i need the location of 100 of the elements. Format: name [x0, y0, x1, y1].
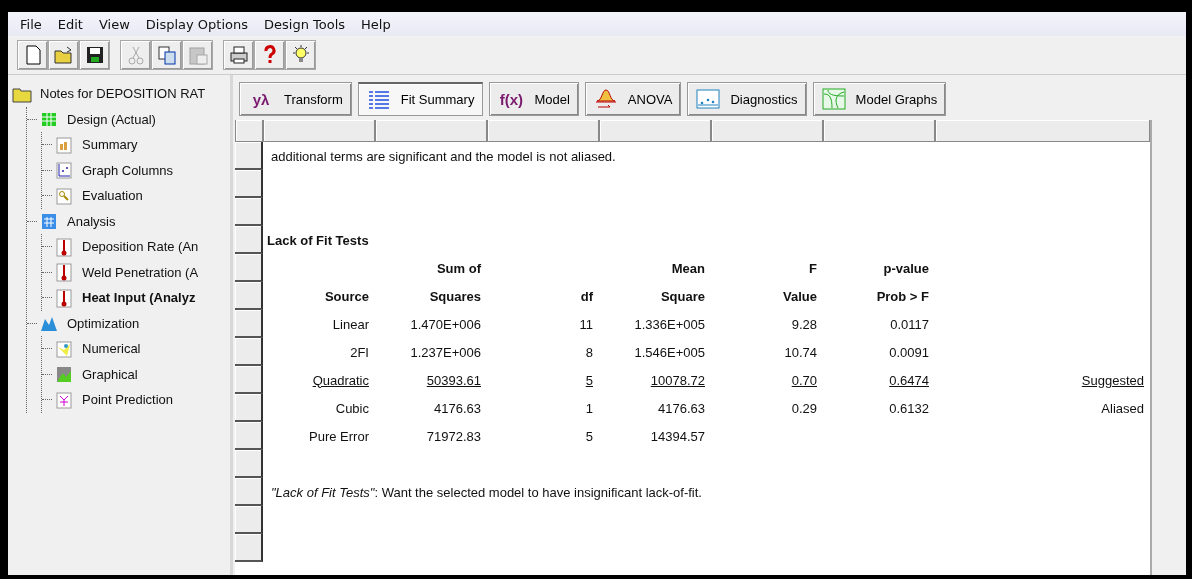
- row-header[interactable]: [235, 506, 263, 534]
- light-bulb-button[interactable]: [285, 40, 316, 70]
- tab-icon-glyph: yλ: [251, 90, 271, 108]
- row-header[interactable]: [235, 310, 263, 338]
- row-header[interactable]: [235, 198, 263, 226]
- table-cell: Quadratic: [312, 372, 369, 388]
- tree-item[interactable]: Deposition Rate (An: [74, 239, 199, 255]
- tree-item[interactable]: Design (Actual): [59, 111, 156, 127]
- row-header[interactable]: [235, 422, 263, 450]
- tree-item[interactable]: Optimization: [59, 315, 140, 331]
- thermometer-icon: [54, 287, 74, 308]
- column-header[interactable]: [823, 120, 935, 142]
- column-header[interactable]: [711, 120, 823, 142]
- tab[interactable]: Fit Summary: [357, 82, 484, 116]
- menu-item[interactable]: Design Tools: [256, 16, 354, 32]
- printer-icon: [227, 44, 250, 66]
- table-cell: 0.0091: [889, 344, 929, 360]
- table-cell: 1.336E+005: [634, 316, 705, 332]
- calculator-icon: [39, 211, 59, 232]
- tree-item[interactable]: Analysis: [59, 213, 116, 229]
- column-title: df: [580, 288, 593, 304]
- table-cell: 0.6132: [889, 400, 929, 416]
- table-cell: 5: [585, 372, 593, 388]
- copy-button[interactable]: [151, 40, 182, 70]
- tab[interactable]: Model Graphs: [812, 82, 947, 116]
- menu-item[interactable]: Edit: [49, 16, 91, 32]
- table-cell: 9.28: [791, 316, 817, 332]
- new-file-button[interactable]: [17, 40, 48, 70]
- menu-item[interactable]: File: [12, 16, 50, 32]
- row-header[interactable]: [235, 534, 263, 562]
- table-cell: Linear: [332, 316, 369, 332]
- table-cell: 1: [585, 400, 593, 416]
- column-title: Prob > F: [876, 288, 929, 304]
- thermometer-icon: [54, 262, 74, 283]
- help-button[interactable]: [254, 40, 285, 70]
- tree-item[interactable]: Weld Penetration (A: [74, 264, 199, 280]
- tree-item[interactable]: Notes for DEPOSITION RAT: [32, 86, 206, 102]
- column-header[interactable]: [599, 120, 711, 142]
- menu-item[interactable]: View: [90, 16, 138, 32]
- column-title: Square: [660, 288, 705, 304]
- table-cell: Pure Error: [309, 428, 369, 444]
- table-cell: 4176.63: [434, 400, 481, 416]
- table-cell: 71972.83: [426, 428, 481, 444]
- table-cell: 50393.61: [426, 372, 481, 388]
- column-title: Value: [783, 288, 817, 304]
- tree-item[interactable]: Point Prediction: [74, 392, 174, 408]
- printer-button[interactable]: [223, 40, 254, 70]
- row-header[interactable]: [235, 142, 263, 170]
- row-header[interactable]: [235, 338, 263, 366]
- column-title: F: [809, 260, 817, 276]
- tree-item[interactable]: Graph Columns: [74, 162, 174, 178]
- tree-item[interactable]: Numerical: [74, 341, 141, 357]
- table-cell: 10.74: [784, 344, 817, 360]
- point-marker-icon: [54, 389, 74, 410]
- tab[interactable]: yλ Transform: [239, 82, 352, 116]
- row-header[interactable]: [235, 226, 263, 254]
- table-cell: 0.6474: [889, 372, 929, 388]
- folder-button[interactable]: [48, 40, 79, 70]
- table-cell: 1.546E+005: [634, 344, 705, 360]
- tree-item[interactable]: Graphical: [74, 366, 138, 382]
- row-header[interactable]: [235, 254, 263, 282]
- contour-plot-icon: [821, 88, 846, 110]
- column-header[interactable]: [487, 120, 599, 142]
- bar-chart-icon: [54, 134, 74, 155]
- row-header[interactable]: [235, 170, 263, 198]
- tab[interactable]: f(x) Model: [489, 82, 579, 116]
- row-header[interactable]: [235, 478, 263, 506]
- scatter-plot-icon: [54, 160, 74, 181]
- clipboard-icon: [186, 44, 209, 66]
- tree-item[interactable]: Evaluation: [74, 188, 143, 204]
- row-header[interactable]: [235, 282, 263, 310]
- report-text: "Lack of Fit Tests": Want the selected model to have insignificant lack-of-fit.: [271, 484, 702, 500]
- table-cell: Aliased: [1101, 400, 1144, 416]
- table-cell: 5: [585, 428, 593, 444]
- row-header[interactable]: [235, 450, 263, 478]
- column-title: Mean: [671, 260, 705, 276]
- star-burst-icon: [54, 338, 74, 359]
- column-header[interactable]: [935, 120, 1150, 142]
- section-title: Lack of Fit Tests: [267, 232, 369, 248]
- floppy-disk-button[interactable]: [79, 40, 110, 70]
- table-cell: 2FI: [350, 344, 369, 360]
- table-cell: 0.29: [791, 400, 817, 416]
- magnifier-icon: [54, 185, 74, 206]
- menu-item[interactable]: Display Options: [137, 16, 257, 32]
- column-title: p-value: [883, 260, 929, 276]
- row-header[interactable]: [235, 366, 263, 394]
- column-header[interactable]: [375, 120, 487, 142]
- tab[interactable]: Diagnostics: [687, 82, 807, 116]
- menu-item[interactable]: Help: [353, 16, 399, 32]
- report-text: additional terms are significant and the model is not aliased.: [271, 148, 616, 164]
- table-cell: 10078.72: [650, 372, 705, 388]
- table-cell: 14394.57: [650, 428, 705, 444]
- table-cell: 1.470E+006: [410, 316, 481, 332]
- scatter-plot-icon: [696, 88, 721, 110]
- tree-item[interactable]: Summary: [74, 137, 138, 153]
- table-cell: 11: [579, 316, 593, 332]
- column-title: Squares: [429, 288, 481, 304]
- row-header[interactable]: [235, 394, 263, 422]
- tab[interactable]: ANOVA: [584, 82, 682, 116]
- tree-item[interactable]: Heat Input (Analyz: [74, 290, 196, 306]
